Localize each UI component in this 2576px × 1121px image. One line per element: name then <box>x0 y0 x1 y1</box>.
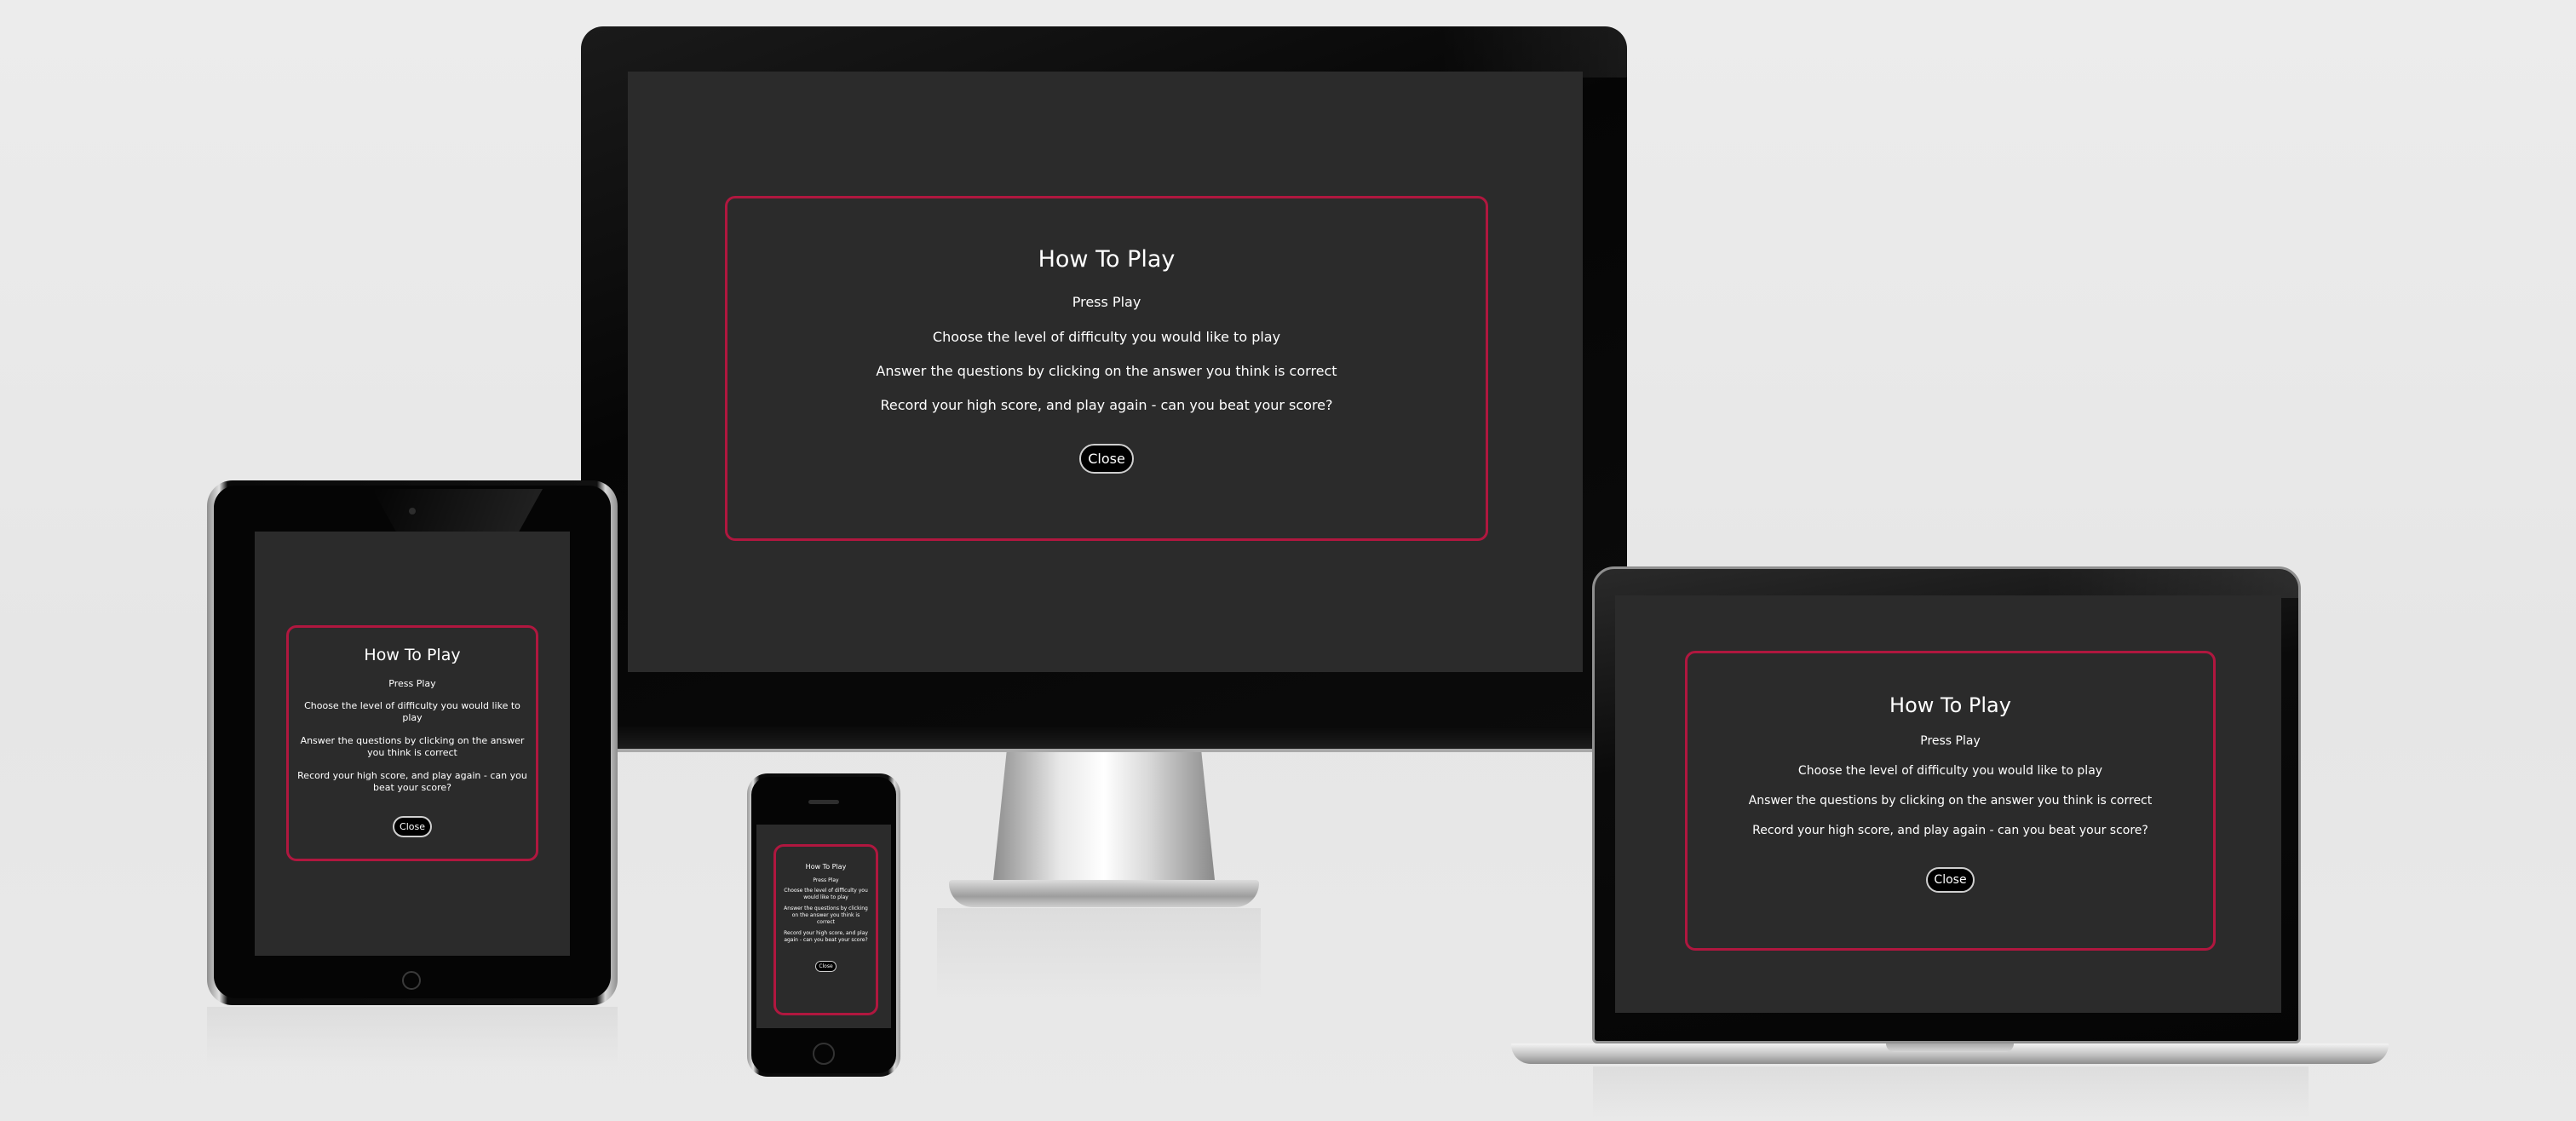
monitor-stand-neck <box>993 752 1215 880</box>
laptop-glare <box>2043 569 2298 598</box>
modal-title: How To Play <box>805 863 847 871</box>
close-button[interactable]: Close <box>815 961 837 972</box>
instruction-answer-questions: Answer the questions by clicking on the … <box>300 734 525 758</box>
modal-title: How To Play <box>364 646 461 664</box>
instruction-record-score: Record your high score, and play again -… <box>784 930 868 943</box>
phone-screen: How To Play Press Play Choose the level … <box>756 825 891 1028</box>
instruction-answer-questions: Answer the questions by clicking on the … <box>1748 794 2153 808</box>
instruction-record-score: Record your high score, and play again -… <box>1752 824 2148 837</box>
modal-title: How To Play <box>1889 693 2011 717</box>
how-to-play-modal: How To Play Press Play Choose the level … <box>1685 651 2216 951</box>
instruction-choose-difficulty: Choose the level of difficulty you would… <box>1797 764 2103 778</box>
home-button-icon <box>402 971 421 990</box>
instruction-press-play: Press Play <box>1920 734 1981 748</box>
instruction-choose-difficulty: Choose the level of difficulty you would… <box>784 888 868 900</box>
modal-title: How To Play <box>1038 246 1176 273</box>
home-button-icon <box>813 1043 835 1065</box>
instruction-press-play: Press Play <box>1072 294 1141 310</box>
how-to-play-modal: How To Play Press Play Choose the level … <box>725 196 1488 541</box>
close-button[interactable]: Close <box>393 815 432 837</box>
close-button[interactable]: Close <box>1926 867 1975 893</box>
phone-mockup: How To Play Press Play Choose the level … <box>747 773 900 1077</box>
instruction-press-play: Press Play <box>813 877 839 883</box>
how-to-play-modal: How To Play Press Play Choose the level … <box>286 625 538 861</box>
desktop-monitor-mockup: How To Play Press Play Choose the level … <box>581 26 1627 907</box>
how-to-play-modal: How To Play Press Play Choose the level … <box>773 844 878 1015</box>
instruction-record-score: Record your high score, and play again -… <box>880 397 1333 413</box>
instruction-record-score: Record your high score, and play again -… <box>297 769 527 793</box>
monitor-reflection <box>937 908 1261 1002</box>
tablet-glare <box>372 489 543 535</box>
speaker-icon <box>808 800 839 804</box>
tablet-reflection <box>207 1007 618 1066</box>
instruction-answer-questions: Answer the questions by clicking on the … <box>784 905 868 925</box>
close-button[interactable]: Close <box>1079 444 1134 474</box>
laptop-mockup: How To Play Press Play Choose the level … <box>1511 566 2389 1074</box>
monitor-screen: How To Play Press Play Choose the level … <box>628 72 1583 672</box>
instruction-choose-difficulty: Choose the level of difficulty you would… <box>932 329 1281 345</box>
laptop-notch <box>1886 1043 2014 1052</box>
monitor-glare <box>1440 26 1627 78</box>
tablet-screen: How To Play Press Play Choose the level … <box>255 532 570 956</box>
laptop-reflection <box>1593 1066 2309 1118</box>
camera-icon <box>409 508 416 515</box>
instruction-choose-difficulty: Choose the level of difficulty you would… <box>304 699 520 723</box>
tablet-mockup: How To Play Press Play Choose the level … <box>207 480 618 1005</box>
instruction-press-play: Press Play <box>388 677 436 689</box>
monitor-chin-edge <box>581 749 1627 752</box>
monitor-stand-foot <box>949 880 1259 907</box>
instruction-answer-questions: Answer the questions by clicking on the … <box>876 363 1337 379</box>
laptop-screen: How To Play Press Play Choose the level … <box>1615 595 2281 1013</box>
